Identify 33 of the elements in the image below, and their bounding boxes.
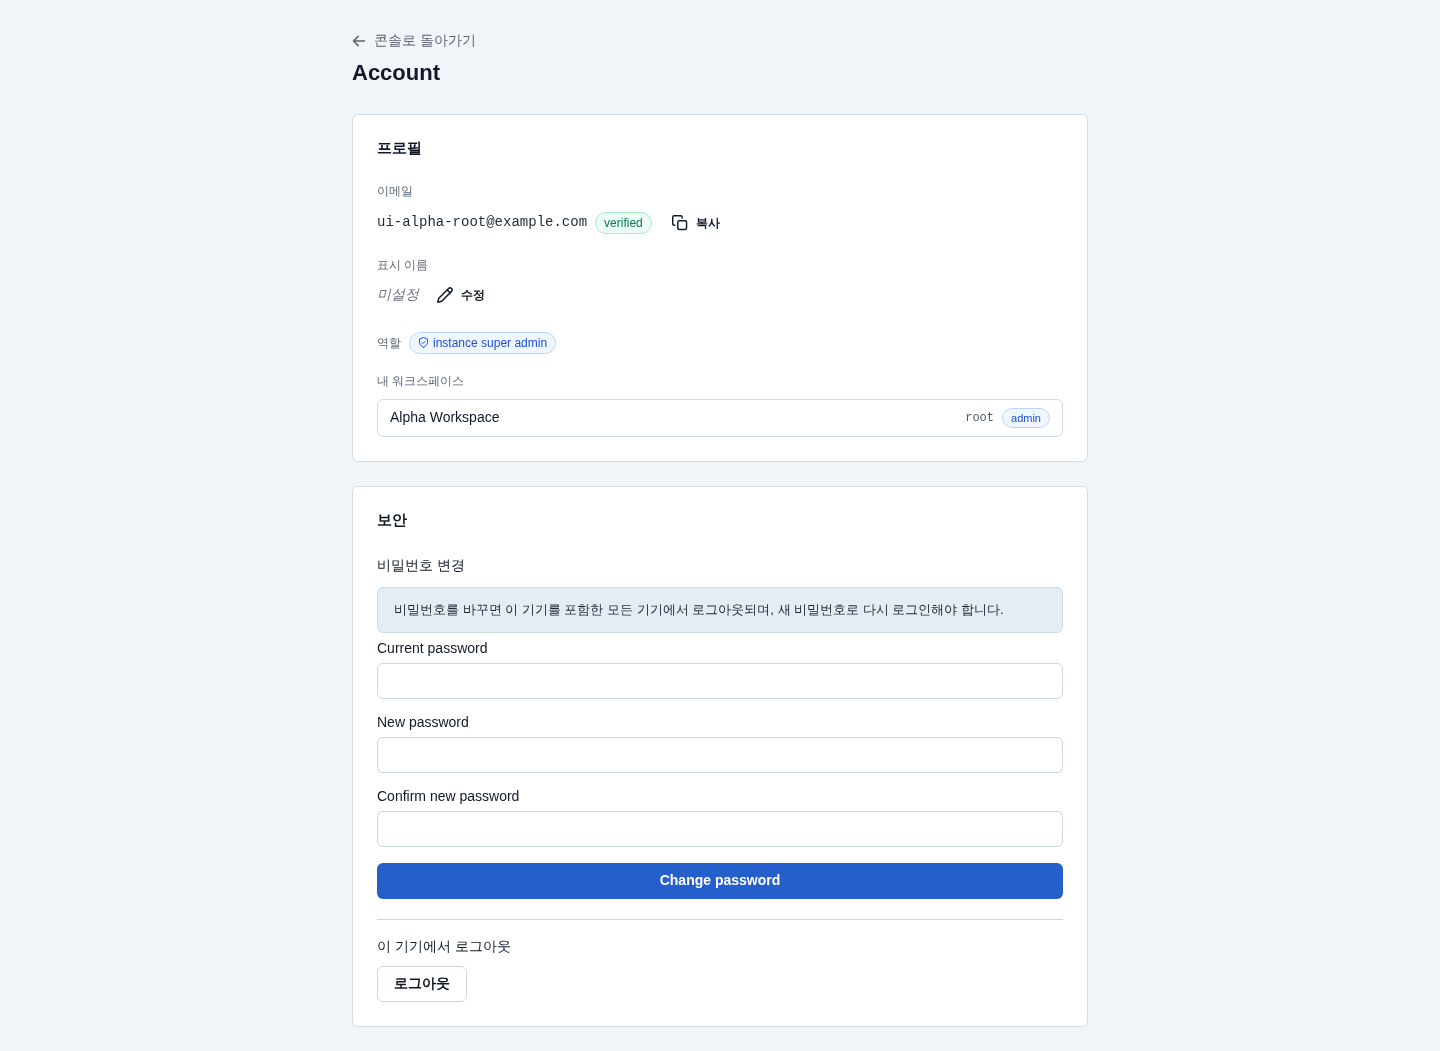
role-badge: admin [1002, 407, 1050, 428]
verified-badge: verified [595, 211, 652, 234]
info-notice: 비밀번호를 바꾸면 이 기기를 포함한 모든 기기에서 로그아웃되며, 새 비밀번호로 다시 로그인해야 합니다. [377, 586, 1063, 633]
change-password-button[interactable]: Change password [377, 862, 1063, 899]
field-label: Confirm new password [377, 786, 521, 805]
field-label: Current password [377, 638, 489, 657]
field-label: 역할 [377, 334, 401, 351]
subsection-title: 이 기기에서 로그아웃 [377, 936, 512, 956]
password-field[interactable] [377, 662, 1063, 699]
workspace-name: Alpha Workspace [390, 408, 500, 428]
password-field[interactable] [377, 736, 1063, 773]
field-label: 이메일 [377, 182, 414, 199]
copy-icon [671, 214, 688, 231]
shield-check-icon [418, 337, 429, 349]
field-label: 내 워크스페이스 [377, 372, 466, 389]
password-field[interactable] [377, 810, 1063, 847]
section-title: 프로필 [377, 137, 423, 158]
role-text: instance super admin [433, 335, 548, 350]
subsection-title: 비밀번호 변경 [377, 555, 466, 575]
workspace-slug: root [965, 409, 995, 427]
pencil-icon [437, 286, 453, 303]
arrow-left-icon [352, 33, 366, 48]
copy-button[interactable]: 복사 [667, 211, 724, 234]
display-name-value: 미설정 [377, 285, 419, 305]
section-title: 보안 [377, 509, 408, 530]
field-label: New password [377, 712, 470, 731]
edit-button[interactable]: 수정 [433, 283, 489, 306]
field-label: 표시 이름 [377, 256, 430, 273]
workspace-row[interactable]: Alpha Workspace root admin [377, 398, 1063, 437]
email-value: ui-alpha-root@example.com [377, 213, 588, 233]
logout-button[interactable]: 로그아웃 [377, 965, 467, 1002]
page-title: Account [352, 59, 441, 86]
back-link[interactable]: 콘솔로 돌아가기 [352, 30, 476, 51]
